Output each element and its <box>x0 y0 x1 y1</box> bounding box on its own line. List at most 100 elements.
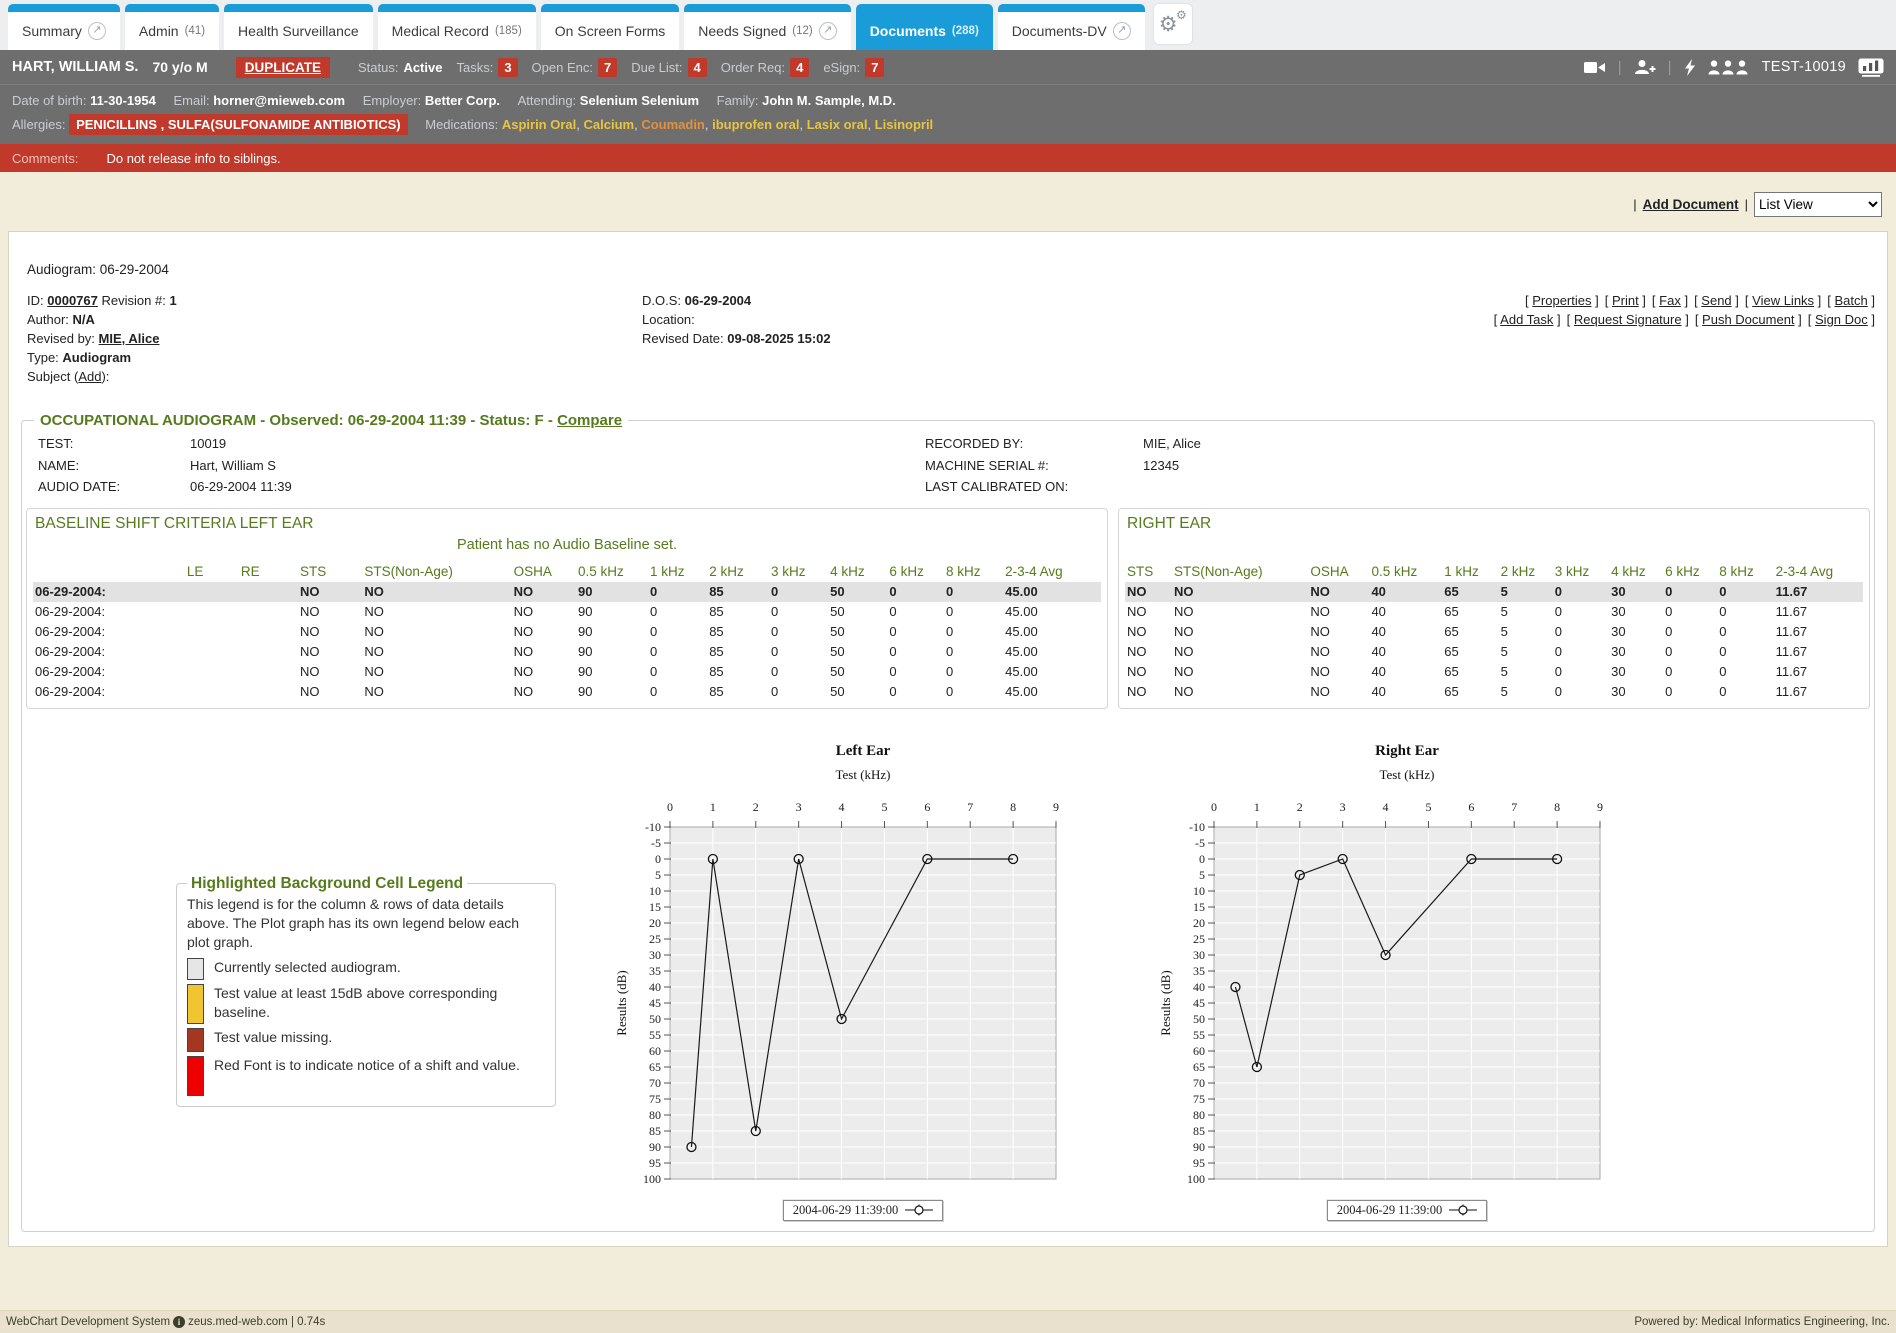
tab-summary[interactable]: Summary↗ <box>8 4 120 50</box>
audiogram-row[interactable]: NONONO406550300011.67 <box>1125 582 1863 602</box>
add-document-link[interactable]: Add Document <box>1643 197 1739 212</box>
svg-text:40: 40 <box>649 980 661 994</box>
audiogram-row[interactable]: 06-29-2004:NONONO900850500045.00 <box>33 682 1101 702</box>
chart-panel-icon[interactable] <box>1858 58 1884 77</box>
revised-by-link[interactable]: MIE, Alice <box>99 331 160 346</box>
medication-item[interactable]: Coumadin <box>641 117 705 132</box>
tab-health-surveillance[interactable]: Health Surveillance <box>224 4 373 50</box>
svg-text:45: 45 <box>1193 996 1205 1010</box>
cell-value: 11.67 <box>1774 662 1863 682</box>
cell-value: 0 <box>887 602 944 622</box>
comments-bar: Comments: Do not release info to sibling… <box>0 144 1896 172</box>
medication-item[interactable]: Aspirin Oral <box>502 117 576 132</box>
compare-link[interactable]: Compare <box>557 412 622 429</box>
cell-value: 0 <box>1717 642 1773 662</box>
cell-value: 0 <box>1717 582 1773 602</box>
audiogram-row[interactable]: NONONO406550300011.67 <box>1125 662 1863 682</box>
column-header: STS(Non-Age) <box>362 561 511 582</box>
row-date: 06-29-2004: <box>33 582 185 602</box>
batch-link[interactable]: Batch <box>1835 293 1868 308</box>
cell-value: NO <box>512 662 576 682</box>
svg-text:45: 45 <box>649 996 661 1010</box>
subject-add-link[interactable]: Add <box>78 369 101 384</box>
cell-value: NO <box>1172 602 1308 622</box>
cell-value <box>239 582 298 602</box>
svg-text:1: 1 <box>710 800 716 814</box>
medication-item[interactable]: Lasix oral <box>807 117 868 132</box>
cell-value: NO <box>1308 642 1369 662</box>
svg-text:4: 4 <box>1383 800 1389 814</box>
audiogram-row[interactable]: 06-29-2004:NONONO900850500045.00 <box>33 622 1101 642</box>
lightning-icon[interactable] <box>1684 59 1696 76</box>
tab-needs-signed[interactable]: Needs Signed(12)↗ <box>684 4 850 50</box>
cell-value: 0 <box>769 662 828 682</box>
external-link-icon[interactable]: ↗ <box>88 22 106 40</box>
column-header: STS <box>298 561 362 582</box>
add-person-icon[interactable] <box>1634 59 1656 75</box>
print-link[interactable]: Print <box>1612 293 1639 308</box>
audiogram-row[interactable]: 06-29-2004:NONONO900850500045.00 <box>33 662 1101 682</box>
svg-text:6: 6 <box>1468 800 1474 814</box>
tab-admin[interactable]: Admin(41) <box>125 4 219 50</box>
medication-item[interactable]: Calcium <box>584 117 635 132</box>
cell-value: 40 <box>1369 582 1442 602</box>
cell-value: 90 <box>576 602 648 622</box>
sign-doc-link[interactable]: Sign Doc <box>1815 312 1868 327</box>
badge-count[interactable]: 4 <box>688 58 707 77</box>
footer-left: WebChart Development Systemizeus.med-web… <box>6 1316 325 1328</box>
cell-value: 30 <box>1609 662 1663 682</box>
duplicate-badge[interactable]: DUPLICATE <box>236 57 330 78</box>
add-task-link[interactable]: Add Task <box>1500 312 1553 327</box>
audiogram-row[interactable]: NONONO406550300011.67 <box>1125 622 1863 642</box>
badge-count[interactable]: 7 <box>865 58 884 77</box>
svg-text:4: 4 <box>839 800 845 814</box>
fax-link[interactable]: Fax <box>1659 293 1681 308</box>
medication-item[interactable]: Lisinopril <box>875 117 934 132</box>
svg-text:7: 7 <box>1511 800 1517 814</box>
tab-on-screen-forms[interactable]: On Screen Forms <box>541 4 679 50</box>
divider: | <box>1668 59 1672 76</box>
properties-link[interactable]: Properties <box>1532 293 1591 308</box>
request-signature-link[interactable]: Request Signature <box>1574 312 1682 327</box>
test-info: TEST:10019 RECORDED BY:MIE, Alice NAME:H… <box>26 433 1870 498</box>
tab-documents-dv[interactable]: Documents-DV↗ <box>998 4 1145 50</box>
series-marker-icon <box>1449 1204 1477 1216</box>
cell-value: 0 <box>1717 662 1773 682</box>
badge-count[interactable]: 7 <box>598 58 617 77</box>
document-id-link[interactable]: 0000767 <box>47 293 98 308</box>
settings-gear-button[interactable]: ⚙ ⚙ <box>1153 3 1193 45</box>
info-icon[interactable]: i <box>173 1316 185 1328</box>
document-meta-left: ID: 0000767 Revision #: 1 Author: N/A Re… <box>27 291 642 386</box>
audiogram-row[interactable]: 06-29-2004:NONONO900850500045.00 <box>33 642 1101 662</box>
cell-legend-title: Highlighted Background Cell Legend <box>187 875 467 893</box>
audiogram-row[interactable]: 06-29-2004:NONONO900850500045.00 <box>33 582 1101 602</box>
badge-count[interactable]: 3 <box>498 58 517 77</box>
cell-value: 90 <box>576 582 648 602</box>
column-header: 3 kHz <box>769 561 828 582</box>
cell-value <box>185 682 239 702</box>
video-call-icon[interactable] <box>1584 60 1606 75</box>
allergies-badge[interactable]: PENICILLINS , SULFA(SULFONAMIDE ANTIBIOT… <box>69 114 408 135</box>
audiogram-row[interactable]: NONONO406550300011.67 <box>1125 682 1863 702</box>
left-ear-chart: Left EarTest (kHz)0123456789-10-50510152… <box>612 741 1064 1221</box>
cell-value: 0 <box>887 662 944 682</box>
people-icon[interactable] <box>1708 60 1750 75</box>
audiogram-row[interactable]: NONONO406550300011.67 <box>1125 642 1863 662</box>
external-link-icon[interactable]: ↗ <box>1113 22 1131 40</box>
badge-count[interactable]: 4 <box>790 58 809 77</box>
audiogram-row[interactable]: NONONO406550300011.67 <box>1125 602 1863 622</box>
external-link-icon[interactable]: ↗ <box>819 22 837 40</box>
svg-text:20: 20 <box>649 916 661 930</box>
medication-item[interactable]: ibuprofen oral <box>712 117 799 132</box>
audiogram-row[interactable]: 06-29-2004:NONONO900850500045.00 <box>33 602 1101 622</box>
push-document-link[interactable]: Push Document <box>1702 312 1795 327</box>
cell-value: 0 <box>1553 682 1609 702</box>
tab-documents[interactable]: Documents(288) <box>856 4 993 50</box>
cell-value: 0 <box>769 622 828 642</box>
tab-medical-record[interactable]: Medical Record(185) <box>378 4 536 50</box>
cell-value: NO <box>512 682 576 702</box>
svg-text:0: 0 <box>655 852 661 866</box>
view-mode-select[interactable]: List View <box>1754 192 1882 217</box>
view-links-link[interactable]: View Links <box>1752 293 1814 308</box>
send-link[interactable]: Send <box>1701 293 1731 308</box>
